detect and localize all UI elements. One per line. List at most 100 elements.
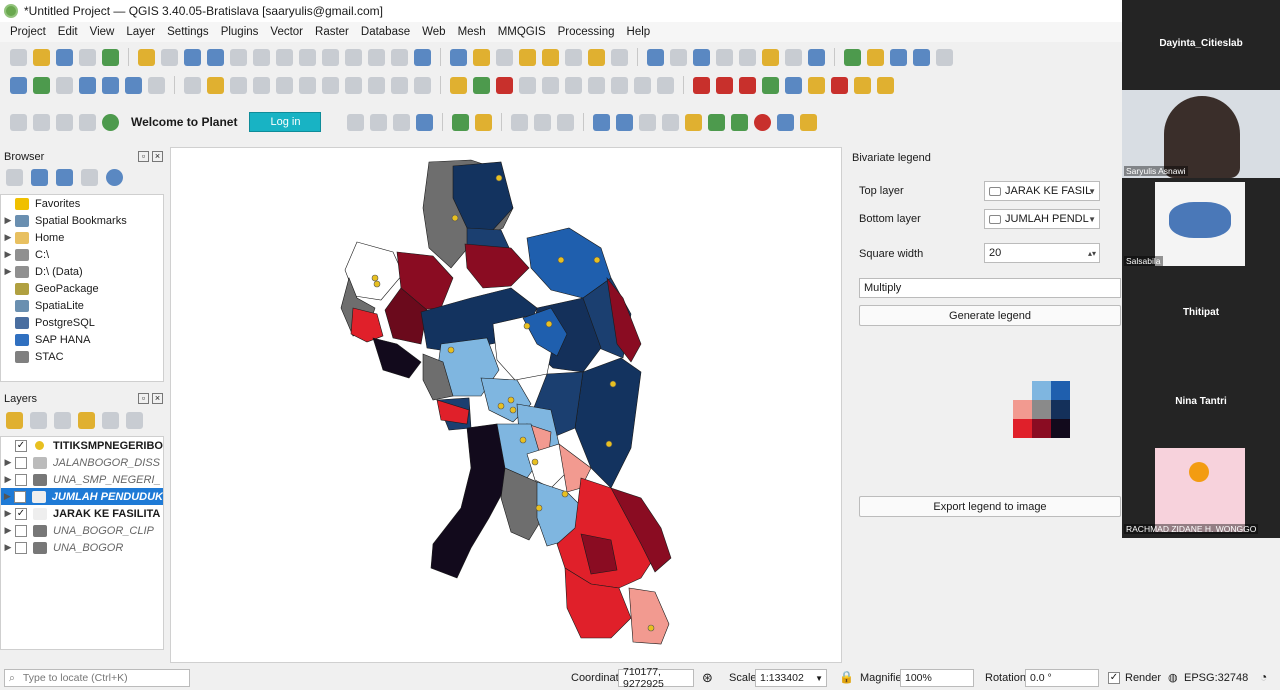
- report-icon[interactable]: [557, 113, 575, 131]
- identify-features-icon[interactable]: [450, 48, 467, 66]
- georeferencer-icon[interactable]: [867, 48, 884, 66]
- collapse-all-icon[interactable]: [81, 169, 98, 186]
- layer-visibility-checkbox[interactable]: [15, 524, 27, 537]
- label-pin-icon[interactable]: [473, 76, 490, 94]
- color-wheel-icon[interactable]: [754, 113, 772, 131]
- toggle-editing-icon[interactable]: [184, 76, 201, 94]
- magic-wand-icon[interactable]: [685, 113, 703, 131]
- diagram-icon[interactable]: [634, 76, 651, 94]
- expand-arrow-icon[interactable]: ▶: [1, 249, 15, 260]
- planet-info-icon[interactable]: [416, 113, 434, 131]
- pan-icon[interactable]: [138, 48, 155, 66]
- browser-item[interactable]: SAP HANA: [1, 331, 163, 348]
- layout-icon[interactable]: [511, 113, 529, 131]
- measure-icon[interactable]: [716, 48, 733, 66]
- python-icon[interactable]: [593, 113, 611, 131]
- layer-item[interactable]: ✓ TITIKSMPNEGERIBO: [1, 437, 163, 454]
- toolbar-grey-icon-3[interactable]: [79, 113, 96, 131]
- save-edits-icon[interactable]: [230, 76, 247, 94]
- plugin-blue-icon[interactable]: [785, 76, 802, 94]
- zoom-full-icon[interactable]: [230, 48, 247, 66]
- browser-item[interactable]: GeoPackage: [1, 280, 163, 297]
- plugin-red-icon-4[interactable]: [831, 76, 848, 94]
- menu-processing[interactable]: Processing: [552, 26, 621, 38]
- browser-item[interactable]: ▶ Home: [1, 229, 163, 246]
- planet-login-button[interactable]: Log in: [249, 112, 322, 132]
- browser-item[interactable]: Favorites: [1, 195, 163, 212]
- layout-manager-icon[interactable]: [534, 113, 552, 131]
- digitize-helper-icon[interactable]: [475, 113, 493, 131]
- messages-icon[interactable]: ◔: [1260, 670, 1267, 684]
- zoom-last-icon[interactable]: [322, 48, 339, 66]
- close-icon[interactable]: ×: [152, 151, 163, 162]
- style-dock-icon[interactable]: [6, 412, 23, 429]
- layer-item[interactable]: ▶ ✓ JARAK KE FASILITA: [1, 505, 163, 522]
- data-source-manager-icon[interactable]: [102, 48, 119, 66]
- expand-all-icon[interactable]: [126, 412, 143, 429]
- grid-plugin-icon[interactable]: [800, 113, 818, 131]
- osm-search-icon[interactable]: [913, 48, 930, 66]
- menu-web[interactable]: Web: [416, 26, 451, 38]
- toggle-extents-icon[interactable]: ⊛: [702, 670, 713, 686]
- select-by-value-icon[interactable]: [519, 48, 536, 66]
- annotation-icon[interactable]: [739, 48, 756, 66]
- georef-icon[interactable]: [452, 113, 470, 131]
- redo-icon[interactable]: [414, 76, 431, 94]
- manage-map-themes-icon[interactable]: [54, 412, 71, 429]
- menu-raster[interactable]: Raster: [309, 26, 355, 38]
- expand-arrow-icon[interactable]: ▶: [1, 457, 15, 468]
- blend-mode-combo[interactable]: Multiply: [859, 278, 1121, 298]
- field-calculator-icon[interactable]: [588, 48, 605, 66]
- generate-legend-button[interactable]: Generate legend: [859, 305, 1121, 326]
- filter-expression-icon[interactable]: [102, 412, 119, 429]
- new-map-view-icon[interactable]: [368, 48, 385, 66]
- tiles-icon[interactable]: [639, 113, 657, 131]
- attribute-table-icon[interactable]: [611, 48, 628, 66]
- browser-item[interactable]: STAC: [1, 348, 163, 365]
- save-project-icon[interactable]: [56, 48, 73, 66]
- scale-combo[interactable]: 1:133402 ▼: [755, 669, 827, 687]
- expand-arrow-icon[interactable]: ▶: [1, 266, 15, 277]
- deselect-all-icon[interactable]: [565, 48, 582, 66]
- square-width-spinbox[interactable]: 20 ▴▾: [984, 243, 1100, 263]
- label-tool-icon[interactable]: [450, 76, 467, 94]
- browser-item[interactable]: ▶ D:\ (Data): [1, 263, 163, 280]
- expand-arrow-icon[interactable]: ▶: [1, 474, 15, 485]
- menu-mesh[interactable]: Mesh: [452, 26, 492, 38]
- menu-plugins[interactable]: Plugins: [215, 26, 265, 38]
- toolbar-grey-icon[interactable]: [33, 113, 50, 131]
- bivariate-legend-icon[interactable]: [708, 113, 726, 131]
- add-selected-layers-icon[interactable]: [6, 169, 23, 186]
- add-postgis-icon[interactable]: [148, 76, 165, 94]
- open-project-icon[interactable]: [33, 48, 50, 66]
- menu-layer[interactable]: Layer: [120, 26, 161, 38]
- label-properties-icon[interactable]: [611, 76, 628, 94]
- sum-icon[interactable]: [693, 48, 710, 66]
- add-wms-layer-icon[interactable]: [102, 76, 119, 94]
- zoom-out-icon[interactable]: [207, 48, 224, 66]
- add-feature-icon[interactable]: [253, 76, 270, 94]
- layer-visibility-checkbox[interactable]: [15, 473, 27, 486]
- label-toolbar-extra-icon[interactable]: [657, 76, 674, 94]
- undo-icon[interactable]: [391, 76, 408, 94]
- choropleth-map[interactable]: [171, 148, 843, 664]
- menu-help[interactable]: Help: [621, 26, 657, 38]
- plugin-yellow-icon[interactable]: [808, 76, 825, 94]
- grid-icon[interactable]: [616, 113, 634, 131]
- browser-item[interactable]: PostgreSQL: [1, 314, 163, 331]
- select-features-icon[interactable]: [473, 48, 490, 66]
- save-as-icon[interactable]: [79, 48, 96, 66]
- expand-arrow-icon[interactable]: ▶: [1, 232, 15, 243]
- binoculars-icon[interactable]: [662, 113, 680, 131]
- add-vector-layer-icon[interactable]: [10, 76, 27, 94]
- layer-visibility-checkbox[interactable]: ✓: [13, 490, 26, 503]
- locator-input[interactable]: ⌕ Type to locate (Ctrl+K): [4, 669, 190, 687]
- plugin-settings-icon[interactable]: [936, 48, 953, 66]
- planet-tool-icon[interactable]: [347, 113, 365, 131]
- menu-project[interactable]: Project: [4, 26, 52, 38]
- plugin-yellow-icon-2[interactable]: [854, 76, 871, 94]
- label-highlight-icon[interactable]: [496, 76, 513, 94]
- magnifier-spinbox[interactable]: 100%: [900, 669, 974, 687]
- browser-item[interactable]: ▶ C:\: [1, 246, 163, 263]
- copy-features-icon[interactable]: [345, 76, 362, 94]
